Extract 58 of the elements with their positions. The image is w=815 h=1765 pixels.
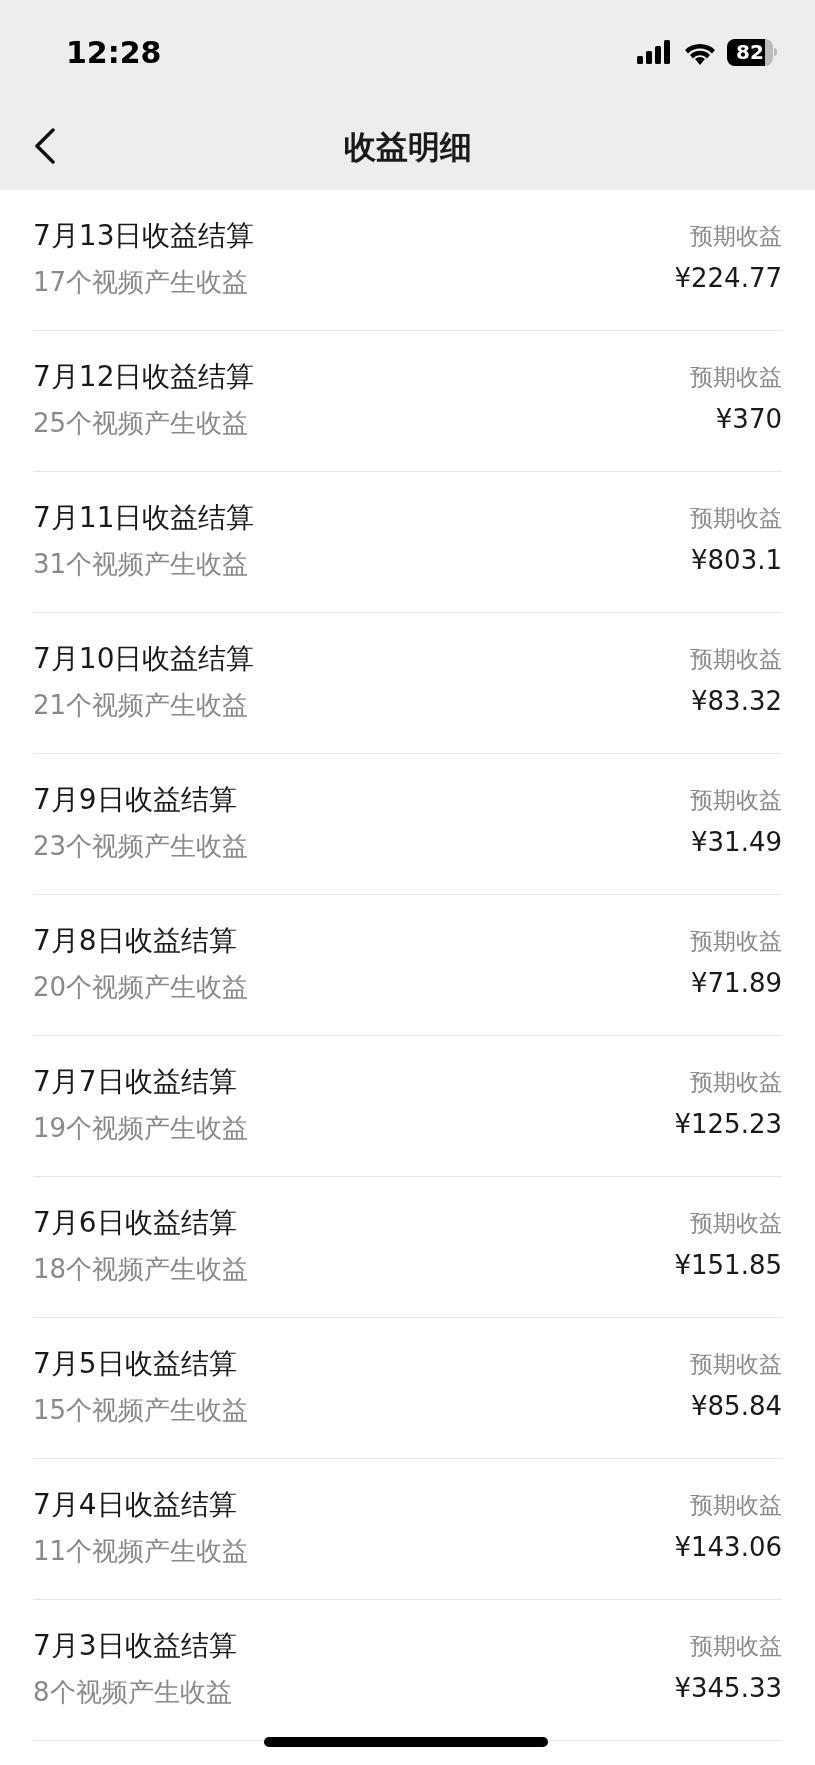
expected-label: 预期收益	[690, 1632, 782, 1661]
earnings-row[interactable]: 7月10日收益结算 21个视频产生收益 预期收益 ¥83.32	[33, 613, 782, 754]
signal-icon	[637, 40, 673, 64]
earnings-row[interactable]: 7月12日收益结算 25个视频产生收益 预期收益 ¥370	[33, 331, 782, 472]
expected-label: 预期收益	[690, 645, 782, 674]
expected-label: 预期收益	[690, 504, 782, 533]
amount: ¥345.33	[674, 1672, 782, 1705]
expected-label: 预期收益	[690, 927, 782, 956]
earnings-row[interactable]: 7月9日收益结算 23个视频产生收益 预期收益 ¥31.49	[33, 754, 782, 895]
settlement-title: 7月3日收益结算	[33, 1628, 237, 1664]
settlement-title: 7月4日收益结算	[33, 1487, 238, 1523]
video-count: 20个视频产生收益	[33, 971, 249, 1004]
expected-label: 预期收益	[690, 1068, 782, 1097]
amount: ¥803.1	[691, 544, 782, 577]
video-count: 11个视频产生收益	[33, 1535, 249, 1568]
expected-label: 预期收益	[690, 1491, 782, 1520]
settlement-title: 7月10日收益结算	[33, 641, 255, 677]
video-count: 25个视频产生收益	[33, 407, 250, 440]
video-count: 21个视频产生收益	[33, 689, 250, 722]
settlement-title: 7月5日收益结算	[33, 1346, 238, 1382]
video-count: 23个视频产生收益	[33, 830, 249, 863]
video-count: 17个视频产生收益	[33, 266, 250, 299]
video-count: 15个视频产生收益	[33, 1394, 249, 1427]
video-count: 8个视频产生收益	[33, 1676, 233, 1709]
expected-label: 预期收益	[690, 786, 782, 815]
status-time: 12:28	[66, 33, 162, 72]
earnings-row[interactable]: 7月4日收益结算 11个视频产生收益 预期收益 ¥143.06	[33, 1459, 782, 1600]
page-title: 收益明细	[343, 127, 472, 168]
amount: ¥83.32	[691, 685, 782, 718]
settlement-title: 7月11日收益结算	[33, 500, 255, 536]
amount: ¥71.89	[691, 967, 782, 1000]
settlement-title: 7月8日收益结算	[33, 923, 238, 959]
earnings-row[interactable]: 7月5日收益结算 15个视频产生收益 预期收益 ¥85.84	[33, 1318, 782, 1459]
video-count: 18个视频产生收益	[33, 1253, 249, 1286]
amount: ¥125.23	[674, 1108, 782, 1141]
video-count: 31个视频产生收益	[33, 548, 250, 581]
settlement-title: 7月9日收益结算	[33, 782, 238, 818]
settlement-title: 7月7日收益结算	[33, 1064, 238, 1100]
video-count: 19个视频产生收益	[33, 1112, 249, 1145]
amount: ¥370	[715, 403, 782, 436]
expected-label: 预期收益	[690, 363, 782, 392]
expected-label: 预期收益	[690, 1209, 782, 1238]
earnings-row[interactable]: 7月8日收益结算 20个视频产生收益 预期收益 ¥71.89	[33, 895, 782, 1036]
amount: ¥224.77	[674, 262, 782, 295]
earnings-row[interactable]: 7月11日收益结算 31个视频产生收益 预期收益 ¥803.1	[33, 472, 782, 613]
earnings-row[interactable]: 7月7日收益结算 19个视频产生收益 预期收益 ¥125.23	[33, 1036, 782, 1177]
expected-label: 预期收益	[690, 222, 782, 251]
amount: ¥85.84	[691, 1390, 782, 1423]
earnings-row[interactable]: 7月6日收益结算 18个视频产生收益 预期收益 ¥151.85	[33, 1177, 782, 1318]
back-icon[interactable]	[34, 128, 56, 164]
settlement-title: 7月6日收益结算	[33, 1205, 238, 1241]
amount: ¥143.06	[674, 1531, 782, 1564]
expected-label: 预期收益	[690, 1350, 782, 1379]
earnings-row[interactable]: 7月13日收益结算 17个视频产生收益 预期收益 ¥224.77	[33, 190, 782, 331]
settlement-title: 7月13日收益结算	[33, 218, 255, 254]
amount: ¥151.85	[674, 1249, 782, 1282]
amount: ¥31.49	[691, 826, 782, 859]
settlement-title: 7月12日收益结算	[33, 359, 255, 395]
